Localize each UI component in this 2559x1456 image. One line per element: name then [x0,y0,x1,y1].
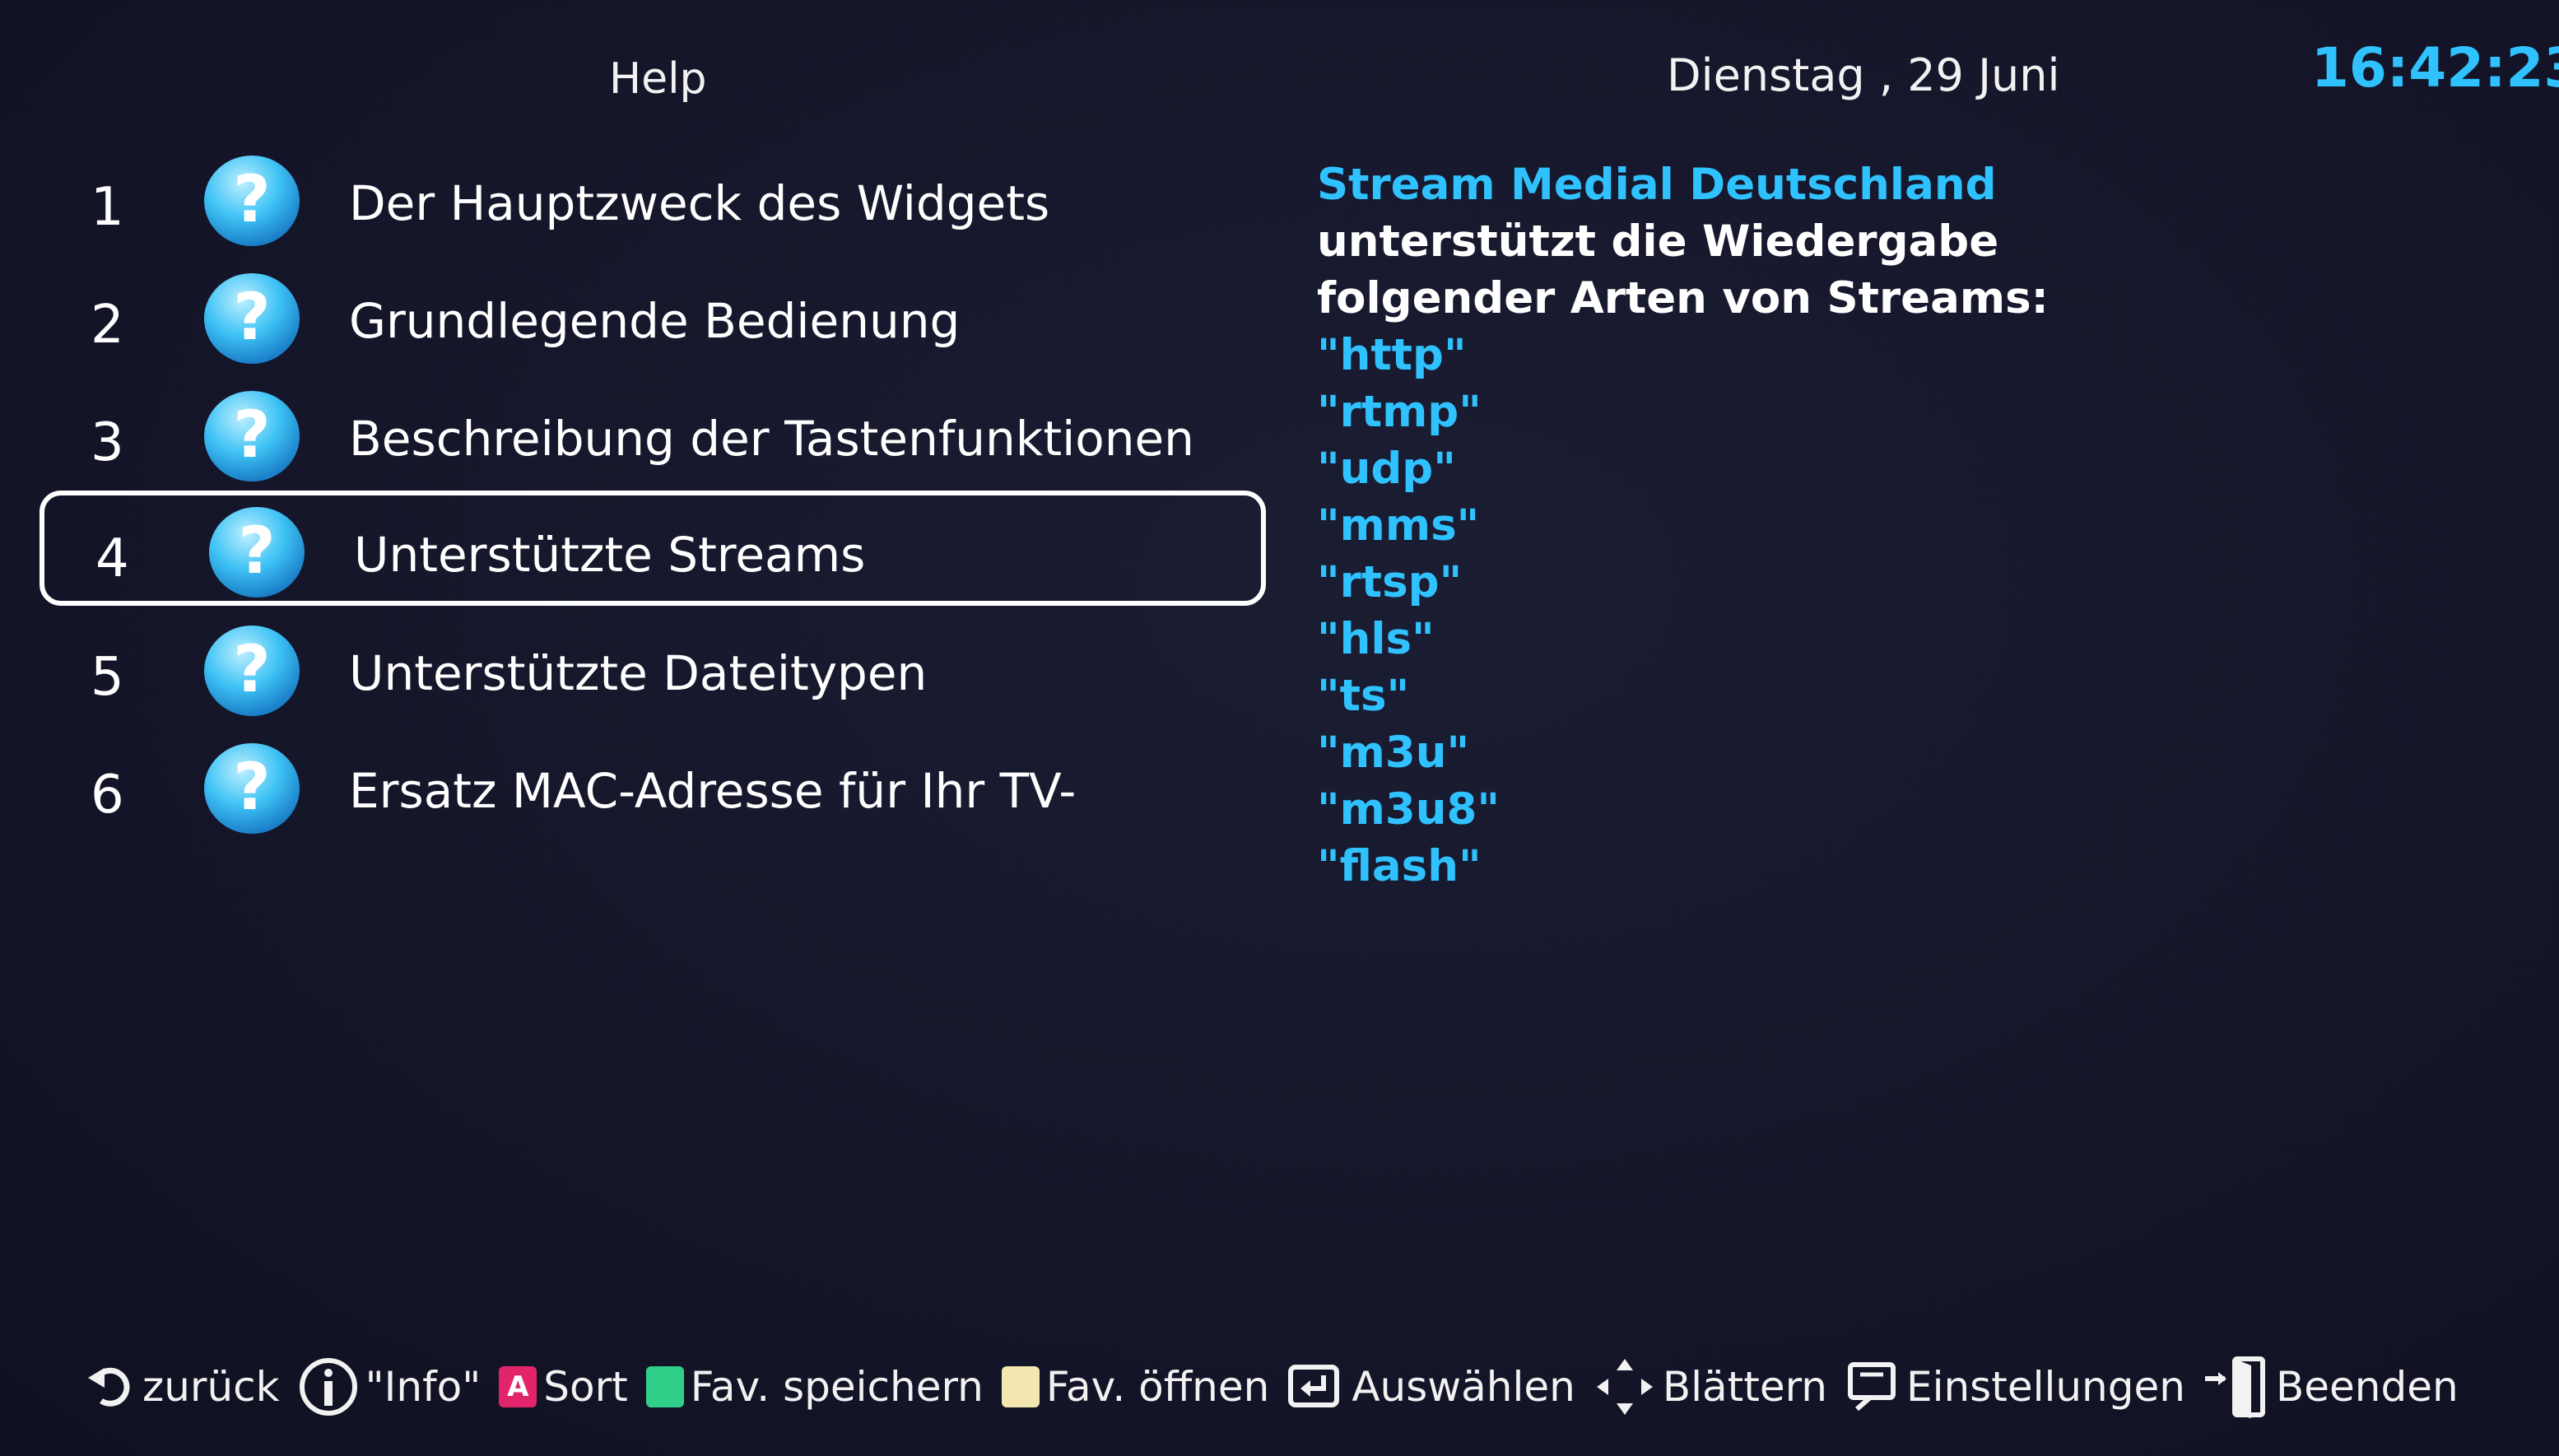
info-label: "Info" [365,1363,482,1411]
menu-item-5[interactable]: 5 ? Unterstützte Dateitypen [40,614,1266,729]
scroll-hint[interactable]: Blättern [1594,1356,1827,1418]
date-display: Dienstag , 29 Juni [1667,49,2060,101]
exit-label: Beenden [2275,1363,2459,1411]
yellow-button-icon [1001,1366,1040,1407]
help-question-icon: ? [204,156,300,246]
menu-item-number: 1 [91,177,124,238]
menu-item-1[interactable]: 1 ? Der Hauptzweck des Widgets [40,144,1266,259]
page-title: Help [609,54,707,104]
settings-label: Einstellungen [1906,1363,2185,1411]
svg-text:?: ? [233,281,270,355]
help-question-icon: ? [204,626,300,716]
navigation-arrows-icon [1594,1356,1656,1418]
menu-item-3[interactable]: 3 ? Beschreibung der Tastenfunktionen [40,379,1266,495]
select-label: Auswählen [1352,1363,1575,1411]
svg-text:?: ? [233,398,270,472]
stream-type: "m3u" [1317,728,1470,778]
description-title: Stream Medial Deutschland [1317,160,1997,210]
exit-door-icon [2203,1354,2269,1420]
menu-item-6[interactable]: 6 ? Ersatz MAC-Adresse für Ihr TV- [40,732,1266,847]
back-label: zurück [142,1363,280,1411]
help-question-icon: ? [204,391,300,481]
clock-display: 16:42:23 [2311,36,2559,100]
info-icon [298,1356,359,1417]
scroll-label: Blättern [1662,1363,1827,1411]
stream-type: "ts" [1317,671,1410,721]
svg-text:?: ? [233,633,270,707]
menu-item-2[interactable]: 2 ? Grundlegende Bedienung [40,262,1266,377]
description-line: folgender Arten von Streams: [1317,273,2049,323]
menu-item-number: 4 [95,528,129,589]
back-hint[interactable]: zurück [86,1363,280,1411]
sort-label: Sort [543,1363,628,1411]
fav-open-hint[interactable]: Fav. öffnen [1001,1363,1270,1411]
sort-hint[interactable]: A Sort [499,1363,628,1411]
stream-type: "http" [1317,330,1467,380]
description-panel: Stream Medial Deutschland unterstützt di… [1317,156,2049,895]
description-line: unterstützt die Wiedergabe [1317,216,1999,267]
settings-hint[interactable]: Einstellungen [1845,1360,2185,1414]
settings-screen-icon [1845,1360,1900,1414]
stream-type: "rtmp" [1317,387,1482,437]
menu-item-label: Grundlegende Bedienung [349,293,961,349]
enter-icon [1287,1362,1345,1412]
menu-item-label: Ersatz MAC-Adresse für Ihr TV- [349,763,1077,819]
help-screen: Help Dienstag , 29 Juni 16:42:23 1 ? Der… [0,0,2559,1456]
green-button-icon [645,1366,684,1407]
help-question-icon: ? [204,743,300,834]
help-question-icon: ? [204,273,300,364]
stream-type: "rtsp" [1317,557,1463,607]
menu-item-label: Beschreibung der Tastenfunktionen [349,411,1194,467]
stream-type: "hls" [1317,614,1435,664]
info-hint[interactable]: "Info" [298,1356,482,1417]
fav-save-hint[interactable]: Fav. speichern [645,1363,984,1411]
svg-text:?: ? [233,163,270,237]
menu-item-number: 2 [91,295,124,356]
back-arrow-icon [86,1365,136,1409]
menu-item-label: Unterstützte Dateitypen [349,645,928,701]
fav-open-label: Fav. öffnen [1045,1363,1270,1411]
red-a-button-icon: A [499,1366,537,1407]
help-question-icon: ? [209,507,305,598]
menu-item-number: 6 [91,765,124,826]
menu-item-number: 3 [91,412,124,473]
footer-key-legend: zurück "Info" A Sort Fav. speichern Fav.… [86,1350,2477,1424]
fav-save-label: Fav. speichern [690,1363,984,1411]
menu-item-label: Unterstützte Streams [354,527,866,583]
menu-item-label: Der Hauptzweck des Widgets [349,175,1050,231]
stream-type: "flash" [1317,841,1482,891]
exit-hint[interactable]: Beenden [2203,1354,2459,1420]
svg-text:?: ? [233,751,270,825]
menu-item-number: 5 [91,647,124,708]
menu-item-4-selected[interactable]: 4 ? Unterstützte Streams [40,491,1266,606]
stream-type: "mms" [1317,500,1480,551]
select-hint[interactable]: Auswählen [1287,1362,1575,1412]
svg-text:?: ? [238,514,275,588]
stream-type: "udp" [1317,444,1456,494]
stream-type: "m3u8" [1317,784,1500,835]
